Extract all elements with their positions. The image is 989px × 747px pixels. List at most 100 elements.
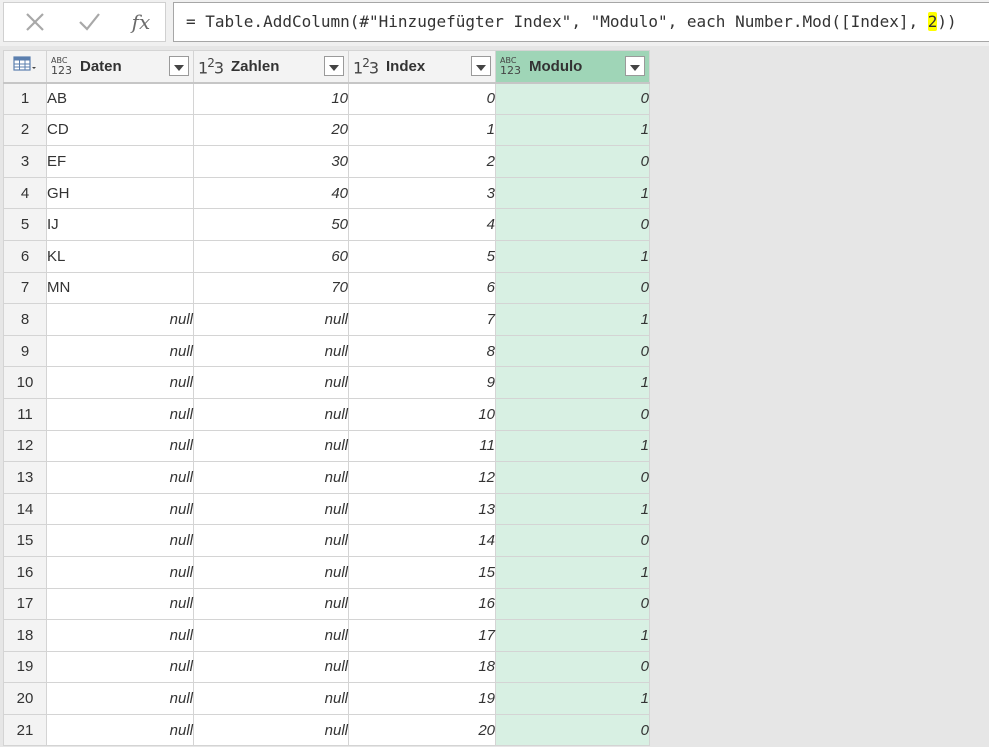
row-number[interactable]: 5 — [3, 208, 47, 241]
cell-modulo[interactable]: 0 — [495, 713, 650, 747]
cell-daten[interactable]: IJ — [46, 208, 194, 241]
cell-modulo[interactable]: 1 — [495, 176, 650, 210]
cell-index[interactable]: 19 — [348, 682, 496, 715]
cell-daten[interactable]: null — [46, 713, 194, 747]
column-header-index[interactable]: 123 Index — [348, 50, 496, 84]
row-number[interactable]: 2 — [3, 113, 47, 147]
column-header-zahlen[interactable]: 123 Zahlen — [193, 50, 349, 84]
cell-daten[interactable]: null — [46, 429, 194, 463]
cell-modulo[interactable]: 0 — [495, 461, 650, 494]
cell-modulo[interactable]: 0 — [495, 650, 650, 684]
cell-index[interactable]: 0 — [348, 82, 496, 115]
cell-modulo[interactable]: 0 — [495, 271, 650, 305]
row-number[interactable]: 6 — [3, 239, 47, 273]
cell-modulo[interactable]: 1 — [495, 366, 650, 399]
cell-zahlen[interactable]: null — [193, 429, 349, 463]
cell-modulo[interactable]: 1 — [495, 619, 650, 652]
cell-modulo[interactable]: 0 — [495, 208, 650, 241]
cell-daten[interactable]: null — [46, 397, 194, 431]
cell-zahlen[interactable]: 70 — [193, 271, 349, 305]
cell-modulo[interactable]: 0 — [495, 145, 650, 178]
cell-zahlen[interactable]: null — [193, 303, 349, 336]
cell-zahlen[interactable]: null — [193, 334, 349, 368]
cell-index[interactable]: 2 — [348, 145, 496, 178]
cell-zahlen[interactable]: 60 — [193, 239, 349, 273]
cell-daten[interactable]: null — [46, 303, 194, 336]
table-menu-corner[interactable] — [3, 50, 47, 84]
row-number[interactable]: 19 — [3, 650, 47, 684]
cell-daten[interactable]: null — [46, 524, 194, 557]
cell-modulo[interactable]: 0 — [495, 397, 650, 431]
row-number[interactable]: 12 — [3, 429, 47, 463]
cell-index[interactable]: 18 — [348, 650, 496, 684]
filter-dropdown-button[interactable] — [471, 56, 491, 76]
row-number[interactable]: 13 — [3, 461, 47, 494]
row-number[interactable]: 14 — [3, 492, 47, 526]
column-header-daten[interactable]: ABC 123 Daten — [46, 50, 194, 84]
cell-index[interactable]: 11 — [348, 429, 496, 463]
cell-daten[interactable]: null — [46, 492, 194, 526]
column-header-modulo[interactable]: ABC 123 Modulo — [495, 50, 650, 84]
row-number[interactable]: 11 — [3, 397, 47, 431]
formula-input[interactable]: = Table.AddColumn(#"Hinzugefügter Index"… — [173, 2, 989, 42]
cell-modulo[interactable]: 1 — [495, 492, 650, 526]
cell-daten[interactable]: null — [46, 619, 194, 652]
cell-modulo[interactable]: 1 — [495, 429, 650, 463]
cell-index[interactable]: 20 — [348, 713, 496, 747]
cell-modulo[interactable]: 1 — [495, 113, 650, 147]
cell-modulo[interactable]: 1 — [495, 303, 650, 336]
confirm-button[interactable] — [62, 3, 116, 41]
cancel-button[interactable] — [8, 3, 62, 41]
row-number[interactable]: 4 — [3, 176, 47, 210]
cell-zahlen[interactable]: null — [193, 682, 349, 715]
cell-daten[interactable]: null — [46, 650, 194, 684]
cell-daten[interactable]: CD — [46, 113, 194, 147]
cell-zahlen[interactable]: null — [193, 461, 349, 494]
cell-daten[interactable]: null — [46, 461, 194, 494]
cell-index[interactable]: 9 — [348, 366, 496, 399]
cell-index[interactable]: 1 — [348, 113, 496, 147]
filter-dropdown-button[interactable] — [324, 56, 344, 76]
fx-button[interactable]: fx — [114, 3, 168, 41]
cell-zahlen[interactable]: null — [193, 397, 349, 431]
cell-daten[interactable]: null — [46, 555, 194, 589]
cell-daten[interactable]: null — [46, 366, 194, 399]
row-number[interactable]: 17 — [3, 587, 47, 621]
cell-zahlen[interactable]: 50 — [193, 208, 349, 241]
cell-zahlen[interactable]: 40 — [193, 176, 349, 210]
cell-index[interactable]: 12 — [348, 461, 496, 494]
cell-daten[interactable]: null — [46, 682, 194, 715]
row-number[interactable]: 3 — [3, 145, 47, 178]
cell-modulo[interactable]: 1 — [495, 555, 650, 589]
cell-index[interactable]: 16 — [348, 587, 496, 621]
cell-zahlen[interactable]: null — [193, 366, 349, 399]
cell-index[interactable]: 13 — [348, 492, 496, 526]
row-number[interactable]: 9 — [3, 334, 47, 368]
row-number[interactable]: 7 — [3, 271, 47, 305]
cell-modulo[interactable]: 0 — [495, 524, 650, 557]
cell-zahlen[interactable]: 20 — [193, 113, 349, 147]
cell-modulo[interactable]: 0 — [495, 82, 650, 115]
cell-index[interactable]: 7 — [348, 303, 496, 336]
filter-dropdown-button[interactable] — [169, 56, 189, 76]
cell-zahlen[interactable]: null — [193, 713, 349, 747]
cell-index[interactable]: 10 — [348, 397, 496, 431]
cell-zahlen[interactable]: null — [193, 587, 349, 621]
cell-zahlen[interactable]: null — [193, 555, 349, 589]
cell-index[interactable]: 5 — [348, 239, 496, 273]
row-number[interactable]: 15 — [3, 524, 47, 557]
cell-daten[interactable]: KL — [46, 239, 194, 273]
cell-daten[interactable]: null — [46, 334, 194, 368]
cell-modulo[interactable]: 1 — [495, 682, 650, 715]
cell-daten[interactable]: null — [46, 587, 194, 621]
cell-daten[interactable]: AB — [46, 82, 194, 115]
cell-daten[interactable]: GH — [46, 176, 194, 210]
row-number[interactable]: 8 — [3, 303, 47, 336]
cell-zahlen[interactable]: null — [193, 619, 349, 652]
cell-index[interactable]: 6 — [348, 271, 496, 305]
cell-zahlen[interactable]: 10 — [193, 82, 349, 115]
cell-modulo[interactable]: 0 — [495, 587, 650, 621]
row-number[interactable]: 20 — [3, 682, 47, 715]
cell-modulo[interactable]: 1 — [495, 239, 650, 273]
cell-zahlen[interactable]: null — [193, 524, 349, 557]
